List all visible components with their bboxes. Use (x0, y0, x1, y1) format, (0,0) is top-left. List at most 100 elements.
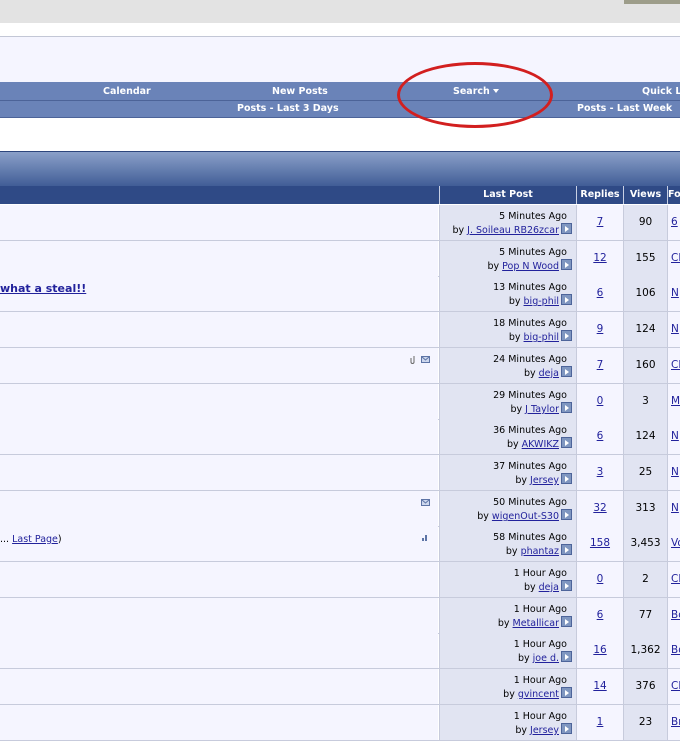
thread-title-cell (0, 384, 438, 419)
thread-title-cell (0, 491, 438, 526)
last-post-user-link[interactable]: J. Soileau RB26zcar (467, 225, 559, 236)
last-post-by: by gvincent (503, 687, 572, 700)
last-post-by: by Jersey (515, 473, 572, 486)
forum-link[interactable]: Cl (671, 252, 680, 264)
thread-title-cell (0, 455, 438, 490)
replies-cell: 0 (576, 384, 623, 419)
last-post-user-link[interactable]: gvincent (518, 689, 559, 700)
last-post-cell: 5 Minutes Ago by J. Soileau RB26zcar (439, 205, 576, 240)
forum-link[interactable]: N (671, 287, 679, 299)
replies-cell: 6 (576, 419, 623, 454)
last-post-user-link[interactable]: wigenOut-S30 (492, 511, 559, 522)
replies-link[interactable]: 6 (577, 287, 623, 299)
last-post-user-link[interactable]: AKWIKZ (522, 439, 559, 450)
go-to-last-post-icon[interactable] (561, 723, 572, 734)
replies-link[interactable]: 3 (577, 466, 623, 478)
nav-quick-links-menu[interactable]: Quick L (642, 86, 680, 97)
nav-calendar-link[interactable]: Calendar (103, 86, 151, 97)
last-post-user-link[interactable]: Jersey (530, 725, 559, 736)
last-post-time: 1 Hour Ago (513, 604, 567, 615)
go-to-last-post-icon[interactable] (561, 580, 572, 591)
last-post-user-link[interactable]: J Taylor (525, 404, 559, 415)
go-to-last-post-icon[interactable] (561, 687, 572, 698)
last-post-user-link[interactable]: deja (539, 582, 559, 593)
go-to-last-post-icon[interactable] (561, 330, 572, 341)
replies-link[interactable]: 1 (577, 716, 623, 728)
forum-cell: Bo (667, 633, 680, 668)
last-post-user-link[interactable]: joe d. (533, 653, 559, 664)
forum-link[interactable]: 6 (671, 216, 678, 228)
go-to-last-post-icon[interactable] (561, 402, 572, 413)
last-post-by: by wigenOut-S30 (477, 509, 572, 522)
replies-link[interactable]: 12 (577, 252, 623, 264)
last-post-cell: 1 Hour Ago by deja (439, 562, 576, 597)
go-to-last-post-icon[interactable] (561, 223, 572, 234)
go-to-last-post-icon[interactable] (561, 473, 572, 484)
nav-posts-last-3-days-link[interactable]: Posts - Last 3 Days (237, 103, 339, 114)
last-post-user-link[interactable]: big-phil (524, 332, 559, 343)
forum-link[interactable]: Bo (671, 609, 680, 621)
navbar-row-1 (0, 82, 680, 101)
replies-link[interactable]: 16 (577, 644, 623, 656)
go-to-last-post-icon[interactable] (561, 437, 572, 448)
replies-link[interactable]: 6 (577, 609, 623, 621)
nav-new-posts-link[interactable]: New Posts (272, 86, 328, 97)
go-to-last-post-icon[interactable] (561, 616, 572, 627)
forum-link[interactable]: Cl (671, 680, 680, 692)
table-row: 1 Hour Ago by gvincent 14 376 Cl (0, 669, 680, 705)
forum-link[interactable]: N (671, 430, 679, 442)
replies-link[interactable]: 0 (577, 573, 623, 585)
last-post-user-link[interactable]: phantaz (521, 546, 559, 557)
last-post-by: by AKWIKZ (507, 437, 572, 450)
forum-link[interactable]: N (671, 466, 679, 478)
last-post-by: by joe d. (518, 651, 572, 664)
forum-link[interactable]: Br (671, 716, 680, 728)
forum-link[interactable]: Cl (671, 573, 680, 585)
go-to-last-post-icon[interactable] (561, 366, 572, 377)
last-post-user-link[interactable]: Pop N Wood (502, 261, 559, 272)
last-post-cell: 1 Hour Ago by gvincent (439, 669, 576, 704)
go-to-last-post-icon[interactable] (561, 651, 572, 662)
forum-link[interactable]: M (671, 395, 680, 407)
last-post-user-link[interactable]: Jersey (530, 475, 559, 486)
last-post-time: 1 Hour Ago (513, 675, 567, 686)
forum-link[interactable]: N (671, 323, 679, 335)
thread-title-cell (0, 205, 438, 240)
go-to-last-post-icon[interactable] (561, 259, 572, 270)
replies-link[interactable]: 7 (577, 216, 623, 228)
last-post-user-link[interactable]: deja (539, 368, 559, 379)
pages-ellipsis: ... (0, 534, 13, 545)
forum-cell: N (667, 491, 680, 526)
last-post-cell: 13 Minutes Ago by big-phil (439, 276, 576, 311)
forum-link[interactable]: Bo (671, 644, 680, 656)
last-post-user-link[interactable]: Metallicar (513, 618, 559, 629)
forum-link[interactable]: N (671, 502, 679, 514)
thread-title-cell (0, 419, 438, 454)
by-label: by (503, 689, 518, 700)
forum-link[interactable]: Vo (671, 537, 680, 549)
last-post-user-link[interactable]: big-phil (524, 296, 559, 307)
replies-link[interactable]: 32 (577, 502, 623, 514)
last-post-time: 37 Minutes Ago (493, 461, 567, 472)
col-header-forum[interactable]: Fo (667, 186, 680, 204)
nav-posts-last-week-link[interactable]: Posts - Last Week (577, 103, 672, 114)
last-page-link[interactable]: Last Page (12, 534, 58, 545)
go-to-last-post-icon[interactable] (561, 509, 572, 520)
replies-link[interactable]: 14 (577, 680, 623, 692)
go-to-last-post-icon[interactable] (561, 544, 572, 555)
col-header-last-post[interactable]: Last Post (439, 186, 576, 204)
replies-link[interactable]: 7 (577, 359, 623, 371)
replies-link[interactable]: 158 (577, 537, 623, 549)
top-right-button[interactable] (624, 0, 680, 4)
go-to-last-post-icon[interactable] (561, 294, 572, 305)
col-header-views[interactable]: Views (623, 186, 667, 204)
thread-title-link[interactable]: what a steal!! (0, 282, 86, 295)
replies-link[interactable]: 9 (577, 323, 623, 335)
forum-link[interactable]: Cl (671, 359, 680, 371)
forum-cell: 6 (667, 205, 680, 240)
last-post-cell: 50 Minutes Ago by wigenOut-S30 (439, 491, 576, 526)
replies-link[interactable]: 6 (577, 430, 623, 442)
views-count: 124 (635, 323, 656, 335)
replies-link[interactable]: 0 (577, 395, 623, 407)
col-header-replies[interactable]: Replies (576, 186, 623, 204)
